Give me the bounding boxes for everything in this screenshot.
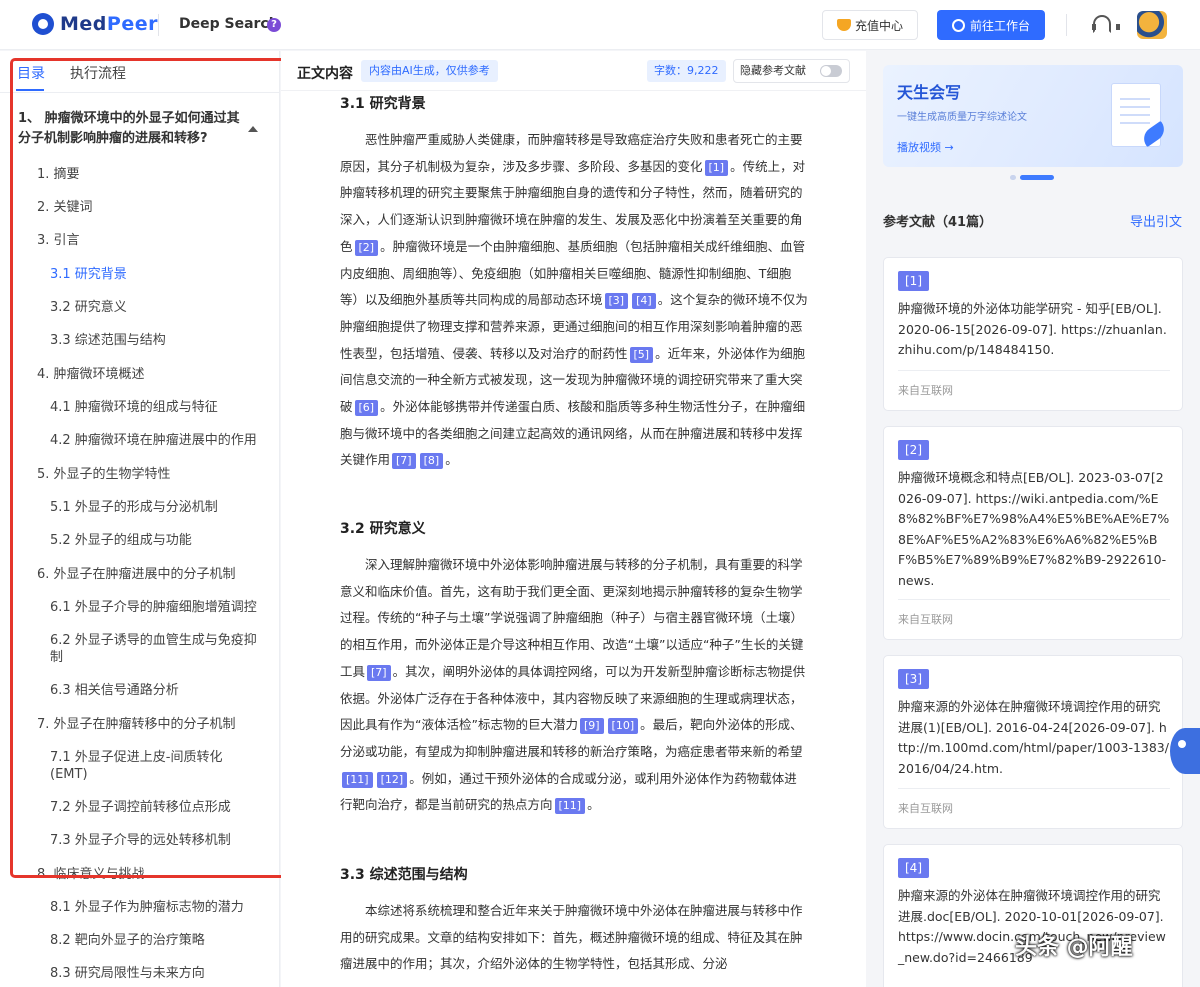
highlight-annotation-box: [10, 58, 296, 878]
citation-marker[interactable]: [7]: [392, 453, 416, 470]
paragraph-text: 。: [445, 452, 458, 468]
citation-marker[interactable]: [9]: [579, 718, 604, 735]
section-paragraph-3-1: 恶性肿瘤严重威胁人类健康，而肿瘤转移是导致癌症治疗失败和患者死亡的主要原因，其分…: [340, 127, 808, 474]
content-title: 正文内容: [297, 66, 353, 82]
toc-item-8-1[interactable]: 8.1 外显子作为肿瘤标志物的潜力: [50, 899, 279, 916]
workspace-label: 前往工作台: [969, 18, 1030, 33]
watermark: 头条 @阿醒: [1015, 935, 1133, 960]
workspace-icon: [951, 18, 965, 32]
reference-card[interactable]: [3] 肿瘤来源的外泌体在肿瘤微环境调控作用的研究进展(1)[EB/OL]. 2…: [883, 655, 1183, 829]
main-content-panel: 正文内容 内容由AI生成，仅供参考 字数：9,222 隐藏参考文献 3.1 研究…: [281, 51, 866, 987]
section-paragraph-3-2: 深入理解肿瘤微环境中外泌体影响肿瘤进展与转移的分子机制，具有重要的科学意义和临床…: [340, 552, 808, 819]
citation-marker[interactable]: [5]: [629, 346, 654, 363]
reference-text: 肿瘤来源的外泌体在肿瘤微环境调控作用的研究进展(1)[EB/OL]. 2016-…: [898, 699, 1169, 776]
citation-marker[interactable]: [6]: [354, 400, 379, 417]
logo-text-accent: Peer: [106, 13, 158, 35]
citation-marker[interactable]: [2]: [354, 239, 379, 256]
carousel-dot-active[interactable]: [1020, 175, 1054, 180]
assistant-mascot-icon[interactable]: [1170, 728, 1200, 774]
section-paragraph-3-3: 本综述将系统梳理和整合近年来关于肿瘤微环境中外泌体在肿瘤进展与转移中作用的研究成…: [340, 898, 808, 978]
reference-number: [4]: [898, 858, 929, 878]
diamond-icon: [836, 19, 851, 31]
reference-source: 来自互联网: [898, 613, 953, 626]
paragraph-text: 。: [587, 797, 600, 813]
reference-source: 来自互联网: [898, 384, 953, 397]
medpeer-logo[interactable]: MedPeer: [32, 13, 158, 35]
header-divider: [1066, 14, 1067, 36]
citation-marker[interactable]: [7]: [367, 664, 391, 681]
recharge-label: 充值中心: [854, 18, 903, 33]
reference-number: [3]: [898, 669, 929, 689]
citation-marker[interactable]: [1]: [704, 159, 729, 176]
citation-marker[interactable]: [11]: [554, 798, 586, 815]
section-heading-3-2: 3.2 研究意义: [340, 521, 426, 537]
paragraph-text: 深入理解肿瘤微环境中外泌体影响肿瘤进展与转移的分子机制，具有重要的科学意义和临床…: [340, 557, 804, 679]
banner-subtitle: 一键生成高质量万字综述论文: [897, 112, 1027, 123]
logo-text-main: Med: [60, 13, 107, 35]
citation-marker[interactable]: [10]: [607, 718, 639, 735]
reference-card[interactable]: [1] 肿瘤微环境的外泌体功能学研究 - 知乎[EB/OL]. 2020-06-…: [883, 257, 1183, 411]
ai-generated-badge: 内容由AI生成，仅供参考: [361, 60, 498, 82]
hide-references-toggle[interactable]: 隐藏参考文献: [733, 59, 850, 83]
reference-text: 肿瘤微环境概念和特点[EB/OL]. 2023-03-07[2026-09-07…: [898, 470, 1170, 588]
word-count-badge: 字数：9,222: [647, 60, 726, 82]
references-panel: 天生会写 一键生成高质量万字综述论文 播放视频 → 参考文献（41篇） 导出引文…: [867, 51, 1200, 987]
citation-marker[interactable]: [4]: [632, 293, 656, 310]
hide-references-label: 隐藏参考文献: [740, 64, 806, 77]
reference-card[interactable]: [4] 肿瘤来源的外泌体在肿瘤微环境调控作用的研究进展.doc[EB/OL]. …: [883, 844, 1183, 987]
section-heading-3-1: 3.1 研究背景: [340, 96, 426, 112]
play-video-link[interactable]: 播放视频 →: [897, 139, 954, 155]
logo-mark-icon: [32, 13, 54, 35]
top-header: MedPeer Deep Search ? 充值中心 前往工作台: [0, 0, 1200, 50]
carousel-dot[interactable]: [1010, 175, 1016, 180]
user-avatar[interactable]: [1137, 11, 1167, 39]
citation-marker[interactable]: [3]: [604, 293, 629, 310]
reference-number: [1]: [898, 271, 929, 291]
card-divider: [898, 599, 1170, 600]
toc-item-8-3[interactable]: 8.3 研究局限性与未来方向: [50, 965, 279, 982]
paragraph-text: 本综述将系统梳理和整合近年来关于肿瘤微环境中外泌体在肿瘤进展与转移中作用的研究成…: [340, 903, 803, 972]
reference-source: 来自互联网: [898, 802, 953, 815]
toc-item-8-2[interactable]: 8.2 靶向外显子的治疗策略: [50, 932, 279, 949]
recharge-center-button[interactable]: 充值中心: [822, 10, 918, 40]
customer-service-icon[interactable]: [1092, 15, 1120, 33]
export-citations-link[interactable]: 导出引文: [1130, 211, 1182, 230]
promo-banner[interactable]: 天生会写 一键生成高质量万字综述论文 播放视频 →: [883, 65, 1183, 167]
reference-card[interactable]: [2] 肿瘤微环境概念和特点[EB/OL]. 2023-03-07[2026-0…: [883, 426, 1183, 640]
help-icon[interactable]: ?: [267, 18, 281, 32]
section-heading-3-3: 3.3 综述范围与结构: [340, 867, 468, 883]
toggle-switch-icon[interactable]: [820, 65, 842, 77]
go-to-workspace-button[interactable]: 前往工作台: [937, 10, 1045, 40]
references-heading: 参考文献（41篇）: [883, 215, 993, 230]
citation-marker[interactable]: [8]: [419, 453, 444, 470]
reference-number: [2]: [898, 440, 929, 460]
content-toolbar: 正文内容 内容由AI生成，仅供参考 字数：9,222 隐藏参考文献: [281, 51, 866, 91]
reference-text: 肿瘤微环境的外泌体功能学研究 - 知乎[EB/OL]. 2020-06-15[2…: [898, 301, 1167, 357]
product-name: Deep Search: [179, 16, 279, 32]
citation-marker[interactable]: [11]: [342, 771, 373, 788]
banner-title: 天生会写: [897, 83, 962, 102]
card-divider: [898, 788, 1170, 789]
header-divider: [158, 14, 159, 36]
card-divider: [898, 370, 1170, 371]
citation-marker[interactable]: [12]: [376, 771, 408, 788]
